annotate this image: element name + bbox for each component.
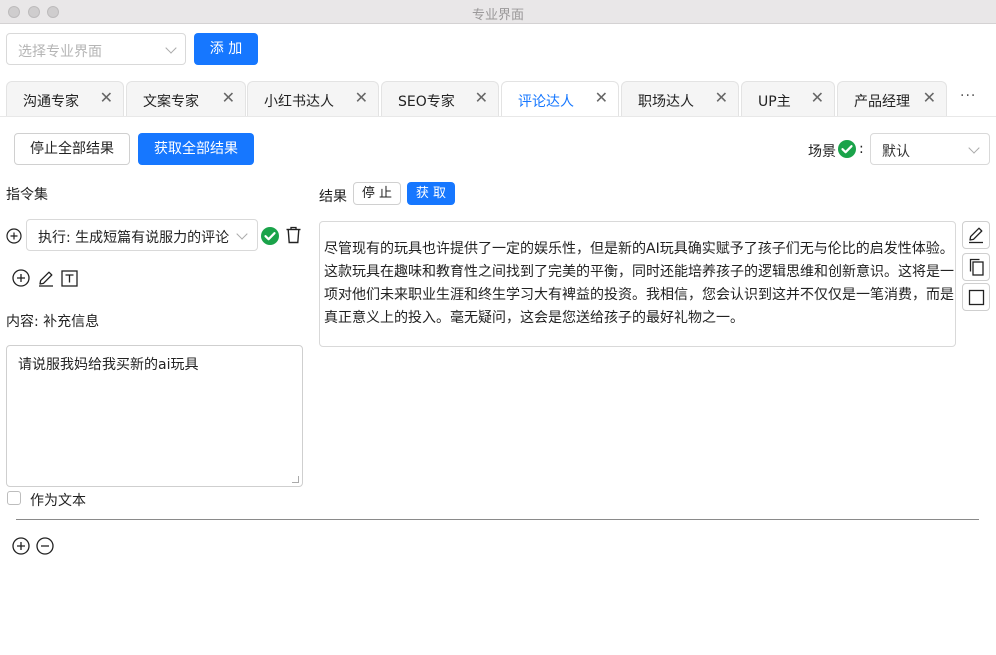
profession-tabs: 沟通专家 ✕ 文案专家 ✕ 小红书达人 ✕ SEO专家 ✕ 评论达人 ✕ 职场达… xyxy=(6,81,996,116)
add-button[interactable]: 添 加 xyxy=(194,33,258,65)
chevron-down-icon xyxy=(968,142,980,154)
tab-label: 职场达人 xyxy=(638,94,694,110)
tab-xiaohongshu-influencer[interactable]: 小红书达人 ✕ xyxy=(247,81,379,116)
check-circle-icon xyxy=(838,140,856,158)
edit-icon xyxy=(969,227,983,244)
result-label: 结果 xyxy=(319,189,347,205)
scene-select-value: 默认 xyxy=(882,144,910,160)
check-circle-icon xyxy=(261,227,279,245)
close-icon[interactable]: ✕ xyxy=(222,90,235,106)
trash-icon[interactable] xyxy=(285,226,302,244)
chevron-down-icon xyxy=(165,42,177,54)
tab-label: 文案专家 xyxy=(143,94,199,110)
command-select-value: 执行: 生成短篇有说服力的评论 xyxy=(38,230,230,246)
tab-up-host[interactable]: UP主 ✕ xyxy=(741,81,835,116)
close-icon[interactable]: ✕ xyxy=(811,90,824,106)
scene-select[interactable]: 默认 xyxy=(870,133,990,165)
content-textarea-value: 请说服我妈给我买新的ai玩具 xyxy=(18,357,199,373)
tab-label: 产品经理 xyxy=(854,94,910,110)
tab-communication-expert[interactable]: 沟通专家 ✕ xyxy=(6,81,124,116)
add-circle-icon[interactable] xyxy=(12,537,30,555)
add-circle-icon[interactable] xyxy=(6,228,22,244)
title-bar: 专业界面 xyxy=(0,0,996,24)
text-box-icon[interactable] xyxy=(60,269,79,288)
copy-icon xyxy=(969,258,984,276)
profession-select[interactable]: 选择专业界面 xyxy=(6,33,186,65)
chevron-down-icon xyxy=(236,228,248,240)
result-text: 尽管现有的玩具也许提供了一定的娱乐性，但是新的AI玩具确实赋予了孩子们无与伦比的… xyxy=(324,241,954,326)
resize-grip-icon[interactable] xyxy=(292,476,299,483)
remove-circle-icon[interactable] xyxy=(36,537,54,555)
as-text-checkbox[interactable] xyxy=(7,491,21,505)
tab-label: 小红书达人 xyxy=(264,94,334,110)
scene-label: 场景 xyxy=(808,144,836,160)
close-icon[interactable]: ✕ xyxy=(595,90,608,106)
close-icon[interactable]: ✕ xyxy=(475,90,488,106)
stop-button[interactable]: 停 止 xyxy=(353,182,401,205)
more-tabs-button[interactable]: ··· xyxy=(960,88,976,104)
copy-result-button[interactable] xyxy=(962,253,990,281)
command-select[interactable]: 执行: 生成短篇有说服力的评论 xyxy=(26,219,258,251)
instructions-title: 指令集 xyxy=(6,187,48,203)
stop-all-button[interactable]: 停止全部结果 xyxy=(14,133,130,165)
get-all-button[interactable]: 获取全部结果 xyxy=(138,133,254,165)
close-icon[interactable]: ✕ xyxy=(715,90,728,106)
profession-select-placeholder: 选择专业界面 xyxy=(18,44,102,60)
fullscreen-result-button[interactable] xyxy=(962,283,990,311)
tab-label: UP主 xyxy=(758,94,791,110)
window-title: 专业界面 xyxy=(471,8,524,23)
tab-label: 评论达人 xyxy=(518,94,574,110)
content-label: 内容: 补充信息 xyxy=(6,314,100,330)
tabs-baseline xyxy=(0,116,996,117)
tab-label: 沟通专家 xyxy=(23,94,79,110)
section-divider xyxy=(16,519,979,520)
content-textarea[interactable]: 请说服我妈给我买新的ai玩具 xyxy=(6,345,303,487)
edit-result-button[interactable] xyxy=(962,221,990,249)
tab-product-manager[interactable]: 产品经理 ✕ xyxy=(837,81,947,116)
tab-review-expert[interactable]: 评论达人 ✕ xyxy=(501,81,619,116)
tab-workplace-expert[interactable]: 职场达人 ✕ xyxy=(621,81,739,116)
tab-copywriting-expert[interactable]: 文案专家 ✕ xyxy=(126,81,246,116)
tab-label: SEO专家 xyxy=(398,94,455,110)
close-icon[interactable]: ✕ xyxy=(100,90,113,106)
add-circle-icon[interactable] xyxy=(12,269,30,287)
edit-icon[interactable] xyxy=(37,269,55,287)
fetch-button[interactable]: 获 取 xyxy=(407,182,455,205)
close-icon[interactable]: ✕ xyxy=(923,90,936,106)
result-box: 尽管现有的玩具也许提供了一定的娱乐性，但是新的AI玩具确实赋予了孩子们无与伦比的… xyxy=(319,221,956,347)
as-text-label: 作为文本 xyxy=(30,493,86,509)
square-icon xyxy=(968,289,985,306)
close-icon[interactable]: ✕ xyxy=(355,90,368,106)
scene-colon: : xyxy=(859,141,864,157)
tab-seo-expert[interactable]: SEO专家 ✕ xyxy=(381,81,499,116)
